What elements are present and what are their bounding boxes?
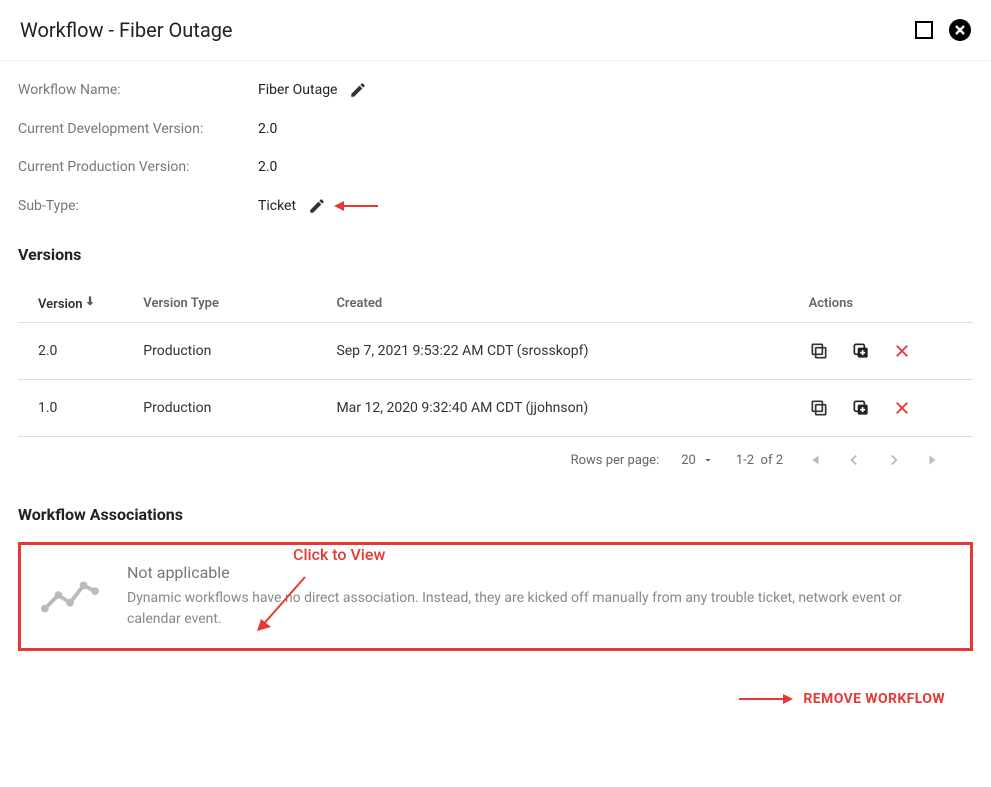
sort-down-icon	[83, 297, 97, 312]
meta-dev-row: Current Development Version: 2.0	[18, 121, 973, 137]
add-copy-icon[interactable]	[851, 398, 871, 418]
associations-box: Not applicable Dynamic workflows have no…	[18, 542, 973, 651]
rows-per-page-label: Rows per page:	[571, 453, 660, 468]
annotation-arrow-icon	[739, 692, 793, 706]
pager-range: 1-2 of 2	[736, 453, 783, 468]
range-text: 1-2	[736, 453, 754, 468]
dialog-body: Workflow Name: Fiber Outage Current Deve…	[0, 61, 991, 747]
column-header-type[interactable]: Version Type	[125, 284, 318, 323]
of-text: of 2	[761, 453, 783, 468]
first-page-icon[interactable]	[805, 451, 823, 469]
prev-page-icon[interactable]	[845, 451, 863, 469]
maximize-icon[interactable]	[915, 21, 933, 39]
copy-icon[interactable]	[809, 398, 829, 418]
remove-workflow-button[interactable]: REMOVE WORKFLOW	[803, 691, 945, 707]
associations-text: Not applicable Dynamic workflows have no…	[127, 563, 950, 630]
na-title: Not applicable	[127, 563, 950, 582]
annotation-arrow-icon	[334, 199, 378, 213]
meta-label: Current Development Version:	[18, 121, 258, 137]
rows-per-page-select[interactable]: 20	[681, 453, 714, 468]
add-copy-icon[interactable]	[851, 341, 871, 361]
meta-label: Sub-Type:	[18, 198, 258, 214]
next-page-icon[interactable]	[885, 451, 903, 469]
dialog-controls	[915, 19, 971, 41]
delete-icon[interactable]	[893, 399, 911, 417]
meta-value: Fiber Outage	[258, 82, 337, 98]
chevron-down-icon	[702, 454, 714, 466]
annotation-arrow-icon	[253, 575, 313, 639]
meta-value: 2.0	[258, 121, 277, 137]
section-title: Versions	[18, 245, 973, 264]
dialog-title: Workflow - Fiber Outage	[20, 18, 233, 42]
meta-label: Current Production Version:	[18, 159, 258, 175]
meta-subtype-row: Sub-Type: Ticket	[18, 197, 973, 215]
dialog-header: Workflow - Fiber Outage	[0, 0, 991, 61]
last-page-icon[interactable]	[925, 451, 943, 469]
delete-icon[interactable]	[893, 342, 911, 360]
table-row[interactable]: 2.0 Production Sep 7, 2021 9:53:22 AM CD…	[18, 323, 973, 380]
cell-created: Sep 7, 2021 9:53:22 AM CDT (srosskopf)	[318, 323, 790, 380]
column-header-version[interactable]: Version	[18, 284, 125, 323]
edit-icon[interactable]	[349, 81, 367, 99]
actions-cell	[809, 341, 955, 361]
header-text: Version	[38, 297, 83, 312]
meta-name-row: Workflow Name: Fiber Outage	[18, 81, 973, 99]
annotation-click-to-view: Click to View	[293, 545, 385, 564]
edit-icon[interactable]	[308, 197, 326, 215]
column-header-actions: Actions	[791, 284, 973, 323]
na-body: Dynamic workflows have no direct associa…	[127, 588, 950, 630]
meta-prod-row: Current Production Version: 2.0	[18, 159, 973, 175]
meta-value: 2.0	[258, 159, 277, 175]
rows-per-page-value: 20	[681, 453, 696, 468]
meta-label: Workflow Name:	[18, 82, 258, 98]
section-title: Workflow Associations	[18, 505, 973, 524]
footer: REMOVE WORKFLOW	[18, 651, 973, 727]
actions-cell	[809, 398, 955, 418]
chart-line-icon	[41, 577, 99, 617]
cell-created: Mar 12, 2020 9:32:40 AM CDT (jjohnson)	[318, 380, 790, 437]
meta-value: Ticket	[258, 198, 296, 214]
cell-type: Production	[125, 323, 318, 380]
cell-version: 1.0	[18, 380, 125, 437]
cell-version: 2.0	[18, 323, 125, 380]
table-row[interactable]: 1.0 Production Mar 12, 2020 9:32:40 AM C…	[18, 380, 973, 437]
cell-type: Production	[125, 380, 318, 437]
copy-icon[interactable]	[809, 341, 829, 361]
column-header-created[interactable]: Created	[318, 284, 790, 323]
versions-section: Versions Click to View Version Version T…	[18, 245, 973, 475]
versions-table: Version Version Type Created Actions 2.0…	[18, 284, 973, 437]
pager: Rows per page: 20 1-2 of 2	[18, 437, 973, 475]
close-icon[interactable]	[949, 19, 971, 41]
